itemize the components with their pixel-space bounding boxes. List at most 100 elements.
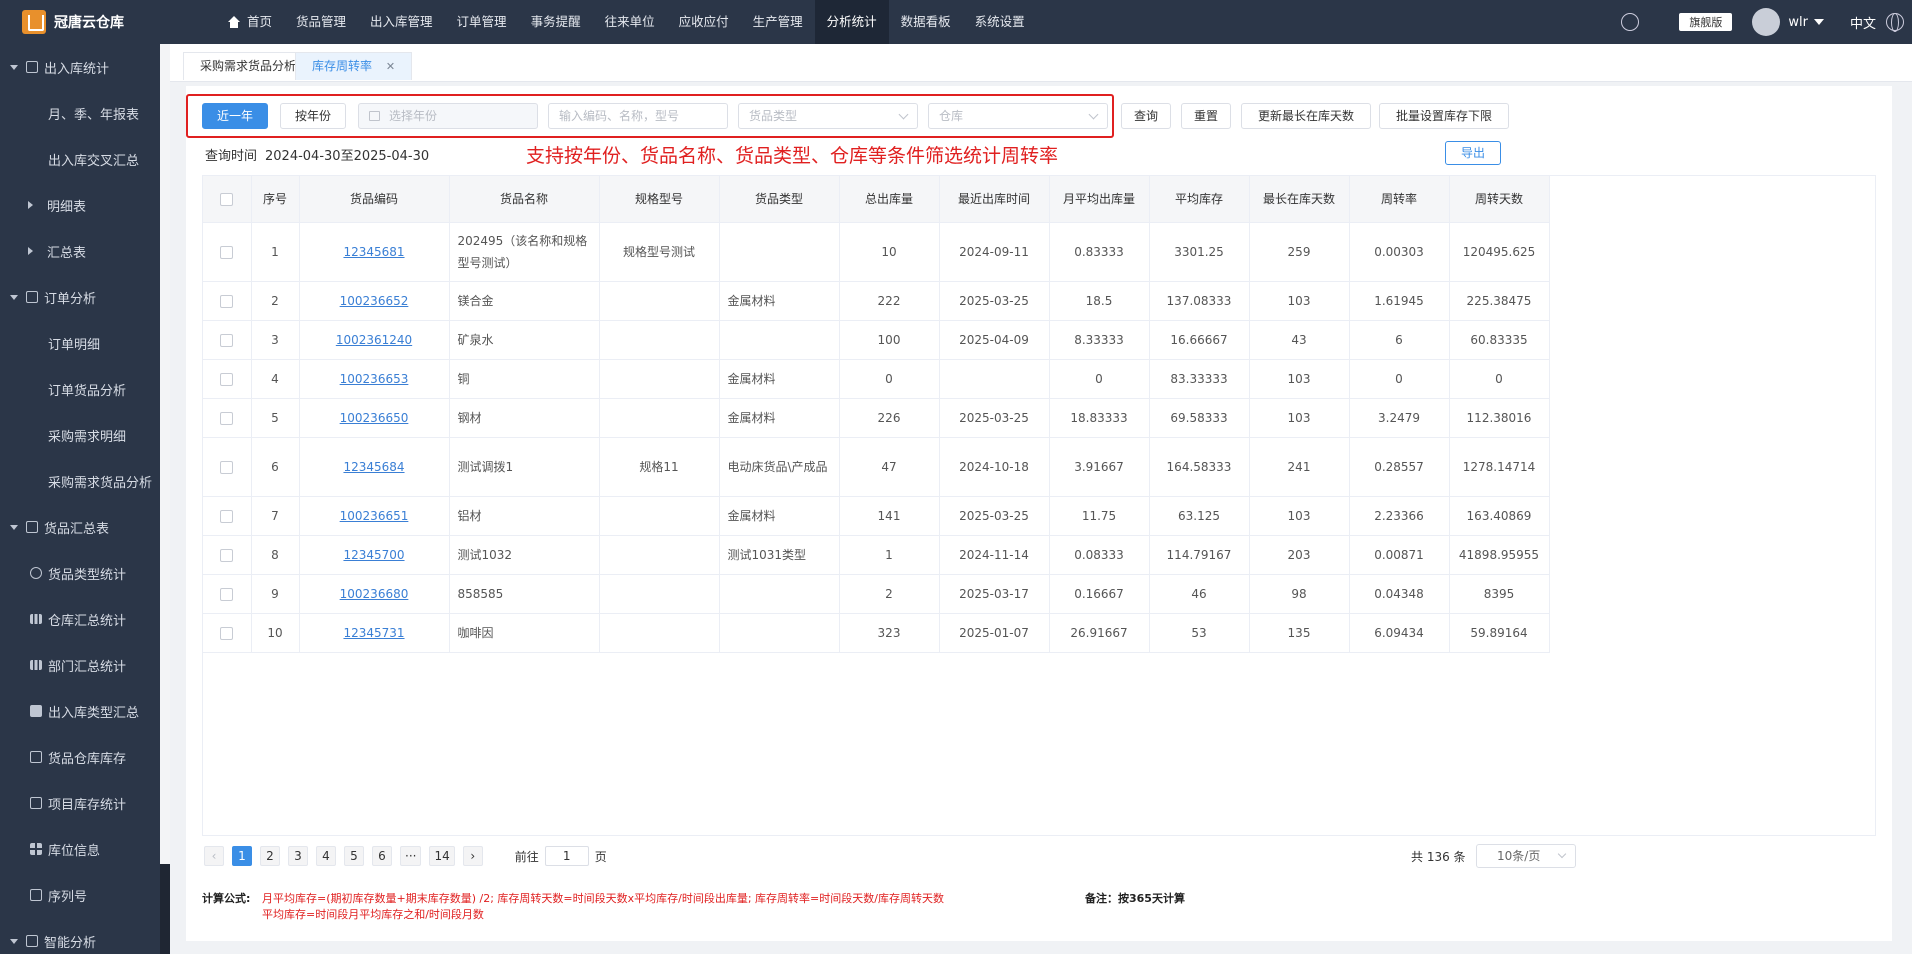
table-row[interactable]: 5 100236650 钢材 金属材料 226 2025-03-25 18.83333 69.…	[203, 398, 1550, 438]
app-logo[interactable]: 冠唐云仓库	[0, 0, 170, 44]
sidebar-item-12[interactable]: 仓库汇总统计	[0, 596, 170, 642]
chevron-down-icon[interactable]	[1813, 19, 1824, 25]
nav-item-8[interactable]: 分析统计	[814, 0, 889, 44]
close-icon[interactable]: ✕	[386, 60, 395, 73]
by-year-button[interactable]: 按年份	[280, 103, 346, 129]
page-size-select[interactable]: 10条/页	[1476, 844, 1576, 868]
row-checkbox[interactable]	[220, 548, 234, 562]
sidebar-item-19[interactable]: 智能分析	[0, 918, 170, 954]
user-name[interactable]: wlr	[1788, 15, 1808, 30]
sidebar-item-6[interactable]: 订单明细	[0, 320, 170, 366]
sidebar-item-1[interactable]: 月、季、年报表	[0, 90, 170, 136]
table-row[interactable]: 9 100236680 858585 2 2025-03-17 0.16667 46 98 0.…	[203, 574, 1550, 614]
nav-item-9[interactable]: 数据看板	[889, 0, 963, 44]
product-code-link[interactable]: 12345731	[343, 626, 404, 640]
tab-inventory-turnover[interactable]: 库存周转率 ✕	[295, 52, 413, 80]
sidebar-item-15[interactable]: 货品仓库库存	[0, 734, 170, 780]
product-code-link[interactable]: 100236653	[340, 372, 409, 386]
nav-item-10[interactable]: 系统设置	[963, 0, 1037, 44]
sidebar-item-2[interactable]: 出入库交叉汇总	[0, 136, 170, 182]
help-icon[interactable]	[1621, 13, 1640, 31]
row-checkbox[interactable]	[220, 509, 234, 523]
query-button[interactable]: 查询	[1121, 103, 1171, 129]
page-button[interactable]: 3	[288, 846, 308, 866]
sidebar-item-10[interactable]: 货品汇总表	[0, 504, 170, 550]
prev-page-icon[interactable]: ‹	[204, 846, 224, 866]
sidebar-scrollbar[interactable]	[160, 44, 170, 954]
table-row[interactable]: 10 12345731 咖啡因 323 2025-01-07 26.91667 53 135 6…	[203, 613, 1550, 653]
next-page-icon[interactable]: ›	[462, 846, 483, 866]
table-row[interactable]: 7 100236651 铝材 金属材料 141 2025-03-25 11.75 63.125…	[203, 496, 1550, 536]
sidebar-item-0[interactable]: 出入库统计	[0, 44, 170, 90]
nav-item-0[interactable]: 首页	[215, 0, 284, 44]
table-row[interactable]: 3 1002361240 矿泉水 100 2025-04-09 8.33333 16.666…	[203, 320, 1550, 360]
column-header[interactable]: 最近出库时间	[939, 176, 1050, 223]
table-row[interactable]: 4 100236653 铜金属材料 0 0 83.33333 103 0 0	[203, 359, 1550, 399]
column-header[interactable]: 月平均出库量	[1049, 176, 1150, 223]
row-checkbox[interactable]	[220, 245, 234, 259]
page-button[interactable]: 14	[429, 846, 455, 866]
table-row[interactable]: 6 12345684 测试调拨1 规格11 电动床货品\产成品 47 2024-10-18 3…	[203, 437, 1550, 497]
page-button[interactable]: 5	[344, 846, 364, 866]
keyword-input[interactable]: 输入编码、名称，型号	[548, 103, 728, 129]
sidebar-item-14[interactable]: 出入库类型汇总	[0, 688, 170, 734]
nav-item-6[interactable]: 应收应付	[667, 0, 741, 44]
language-switch[interactable]: 中文	[1850, 13, 1876, 32]
nav-item-4[interactable]: 事务提醒	[519, 0, 593, 44]
sidebar-item-5[interactable]: 订单分析	[0, 274, 170, 320]
warehouse-select[interactable]: 仓库	[928, 103, 1108, 129]
column-header[interactable]: 货品名称	[449, 176, 600, 223]
sidebar-scroll-thumb[interactable]	[160, 44, 170, 864]
goto-page-input[interactable]: 1	[544, 846, 589, 866]
column-header[interactable]: 货品编码	[299, 176, 450, 223]
sidebar-item-7[interactable]: 订单货品分析	[0, 366, 170, 412]
reset-button[interactable]: 重置	[1181, 103, 1231, 129]
sidebar-item-16[interactable]: 项目库存统计	[0, 780, 170, 826]
nav-item-3[interactable]: 订单管理	[445, 0, 519, 44]
column-header[interactable]: 序号	[251, 176, 300, 223]
column-header[interactable]: 规格型号	[599, 176, 720, 223]
nav-item-2[interactable]: 出入库管理	[358, 0, 445, 44]
sidebar-item-4[interactable]: 汇总表	[0, 228, 170, 274]
page-button[interactable]: 6	[372, 846, 392, 866]
sidebar-item-11[interactable]: 货品类型统计	[0, 550, 170, 596]
page-button[interactable]: 2	[260, 846, 280, 866]
avatar[interactable]	[1752, 8, 1781, 36]
nav-item-5[interactable]: 往来单位	[593, 0, 667, 44]
product-code-link[interactable]: 100236650	[340, 411, 409, 425]
edition-badge[interactable]: 旗舰版	[1679, 13, 1733, 31]
row-checkbox[interactable]	[220, 626, 234, 640]
product-code-link[interactable]: 12345681	[343, 245, 404, 259]
page-button[interactable]: 1	[232, 846, 252, 866]
nav-item-7[interactable]: 生产管理	[741, 0, 815, 44]
product-type-select[interactable]: 货品类型	[738, 103, 918, 129]
sidebar-item-17[interactable]: 库位信息	[0, 826, 170, 872]
year-picker[interactable]: 选择年份	[358, 103, 538, 129]
row-checkbox[interactable]	[220, 294, 234, 308]
product-code-link[interactable]: 100236652	[340, 294, 409, 308]
table-row[interactable]: 8 12345700 测试1032 测试1031类型 1 2024-11-14 0.0833…	[203, 535, 1550, 575]
column-header[interactable]: 平均库存	[1149, 176, 1250, 223]
row-checkbox[interactable]	[220, 411, 234, 425]
page-button[interactable]: 4	[316, 846, 336, 866]
row-checkbox[interactable]	[220, 460, 234, 474]
sidebar-item-8[interactable]: 采购需求明细	[0, 412, 170, 458]
column-header[interactable]: 总出库量	[839, 176, 940, 223]
product-code-link[interactable]: 1002361240	[336, 333, 412, 347]
column-header[interactable]: 周转率	[1349, 176, 1450, 223]
product-code-link[interactable]: 12345700	[343, 548, 404, 562]
table-row[interactable]: 1 12345681 202495（该名称和规格型号测试） 规格型号测试 10 2024-…	[203, 222, 1550, 282]
tab-purchase-demand-analysis[interactable]: 采购需求货品分析	[183, 52, 314, 80]
product-code-link[interactable]: 100236651	[340, 509, 409, 523]
sidebar-item-9[interactable]: 采购需求货品分析	[0, 458, 170, 504]
column-header[interactable]: 周转天数	[1449, 176, 1550, 223]
table-row[interactable]: 2 100236652 镁合金 金属材料 222 2025-03-25 18.5 137.08…	[203, 281, 1550, 321]
recent-year-button[interactable]: 近一年	[202, 103, 268, 129]
product-code-link[interactable]: 12345684	[343, 460, 404, 474]
nav-item-1[interactable]: 货品管理	[284, 0, 358, 44]
column-header[interactable]: 货品类型	[719, 176, 840, 223]
page-button[interactable]: ···	[400, 846, 422, 866]
globe-icon[interactable]	[1886, 13, 1904, 32]
sidebar-item-18[interactable]: 序列号	[0, 872, 170, 918]
batch-set-min-stock-button[interactable]: 批量设置库存下限	[1379, 103, 1509, 129]
